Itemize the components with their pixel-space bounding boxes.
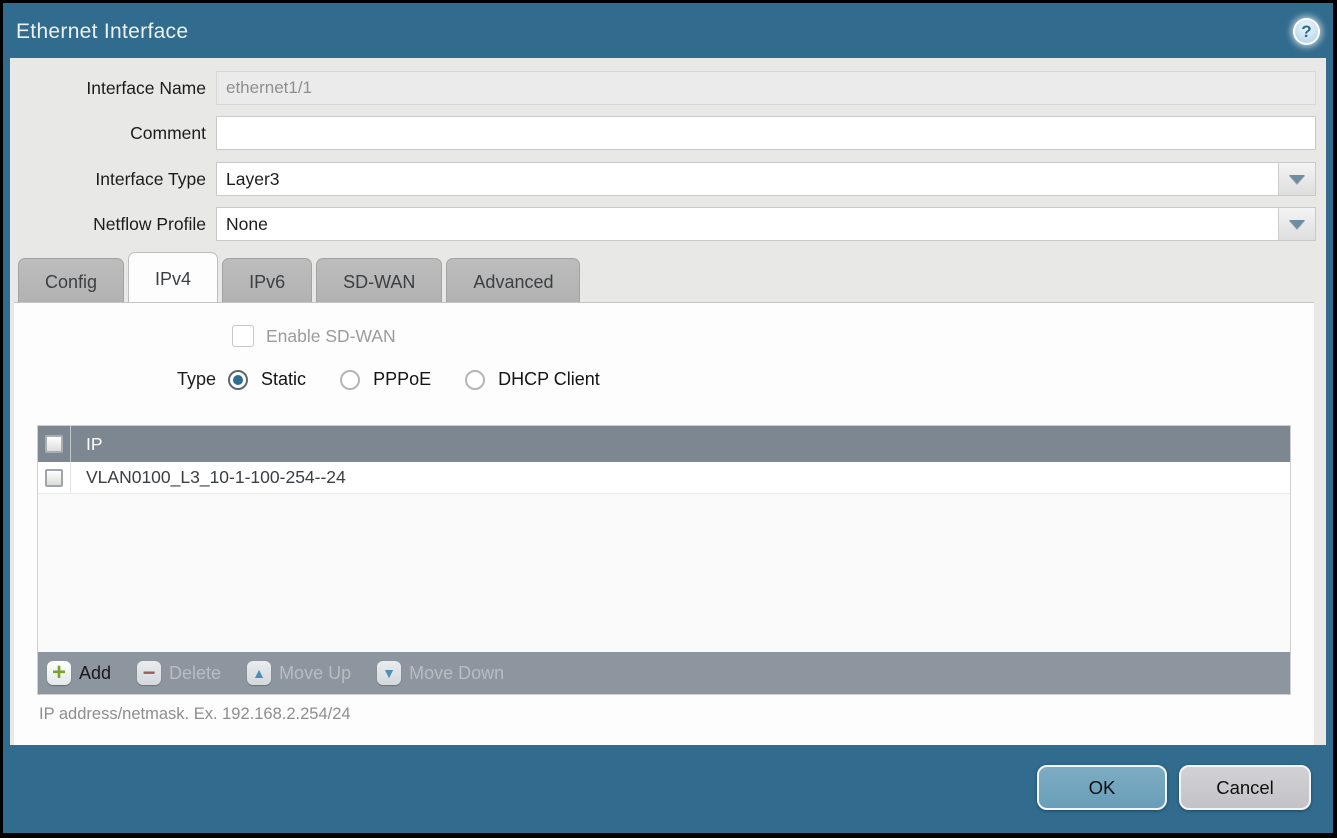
enable-sdwan-label: Enable SD-WAN: [266, 326, 396, 347]
interface-type-row: Interface Type Layer3: [10, 162, 1316, 196]
radio-dhcp-client-label: DHCP Client: [498, 369, 600, 390]
type-label: Type: [177, 369, 216, 390]
enable-sdwan-row: Enable SD-WAN: [232, 325, 396, 347]
radio-dhcp-client[interactable]: DHCP Client: [465, 369, 600, 390]
enable-sdwan-checkbox[interactable]: [232, 325, 254, 347]
chevron-down-icon: [1289, 220, 1305, 229]
add-button-label: Add: [79, 663, 111, 684]
netflow-profile-value: None: [226, 208, 1275, 240]
add-icon: +: [47, 661, 71, 685]
ip-table: IP VLAN0100_L3_10-1-100-254--24 + Add −: [37, 425, 1291, 695]
interface-name-input: [216, 71, 1316, 105]
radio-static-control[interactable]: [228, 370, 248, 390]
radio-static-label: Static: [261, 369, 306, 390]
row-checkbox[interactable]: [45, 469, 63, 487]
dialog-title: Ethernet Interface: [16, 20, 188, 44]
delete-button-label: Delete: [169, 663, 221, 684]
tab-sd-wan[interactable]: SD-WAN: [316, 258, 442, 302]
select-all-checkbox[interactable]: [45, 435, 63, 453]
help-icon[interactable]: ?: [1293, 18, 1320, 45]
radio-pppoe[interactable]: PPPoE: [340, 369, 431, 390]
radio-pppoe-control[interactable]: [340, 370, 360, 390]
delete-button[interactable]: − Delete: [137, 661, 221, 685]
radio-dhcp-client-control[interactable]: [465, 370, 485, 390]
delete-icon: −: [137, 661, 161, 685]
tab-bar: Config IPv4 IPv6 SD-WAN Advanced: [18, 252, 1326, 302]
table-row[interactable]: VLAN0100_L3_10-1-100-254--24: [38, 462, 1290, 494]
comment-row: Comment: [10, 116, 1316, 150]
table-toolbar: + Add − Delete ▲ Move Up ▼ Move Down: [38, 652, 1290, 694]
ok-button[interactable]: OK: [1037, 765, 1167, 810]
move-down-button-label: Move Down: [409, 663, 504, 684]
tab-ipv4[interactable]: IPv4: [128, 252, 218, 302]
move-up-button-label: Move Up: [279, 663, 351, 684]
netflow-profile-row: Netflow Profile None: [10, 207, 1316, 241]
netflow-profile-label: Netflow Profile: [10, 207, 206, 241]
netflow-profile-dropdown-button[interactable]: [1278, 208, 1315, 240]
tab-config[interactable]: Config: [18, 258, 124, 302]
interface-type-value: Layer3: [226, 163, 1275, 195]
chevron-down-icon: [1289, 175, 1305, 184]
interface-type-dropdown[interactable]: Layer3: [216, 162, 1316, 196]
radio-pppoe-label: PPPoE: [373, 369, 431, 390]
interface-name-label: Interface Name: [10, 71, 206, 105]
move-up-button[interactable]: ▲ Move Up: [247, 661, 351, 685]
ip-column-header: IP: [71, 434, 103, 455]
dialog-body: Interface Name Comment Interface Type La…: [10, 58, 1326, 745]
ip-format-hint: IP address/netmask. Ex. 192.168.2.254/24: [39, 705, 351, 724]
ethernet-interface-dialog: Ethernet Interface ? Interface Name Comm…: [3, 3, 1333, 833]
add-button[interactable]: + Add: [47, 661, 111, 685]
dialog-footer: OK Cancel: [3, 745, 1333, 833]
address-type-radio-group: Type Static PPPoE DHCP Client: [177, 369, 634, 390]
cancel-button[interactable]: Cancel: [1179, 765, 1311, 810]
ip-table-header: IP: [38, 426, 1290, 462]
comment-input[interactable]: [216, 116, 1316, 150]
table-empty-area: [38, 494, 1290, 652]
tab-ipv6[interactable]: IPv6: [222, 258, 312, 302]
ipv4-tab-panel: Enable SD-WAN Type Static PPPoE DHCP Cli…: [14, 302, 1314, 745]
move-down-icon: ▼: [377, 661, 401, 685]
move-up-icon: ▲: [247, 661, 271, 685]
interface-name-row: Interface Name: [10, 71, 1316, 105]
interface-type-dropdown-button[interactable]: [1278, 163, 1315, 195]
tab-advanced[interactable]: Advanced: [446, 258, 580, 302]
radio-static[interactable]: Static: [228, 369, 306, 390]
ip-entry-value: VLAN0100_L3_10-1-100-254--24: [71, 467, 346, 488]
interface-type-label: Interface Type: [10, 162, 206, 196]
dialog-titlebar: Ethernet Interface ?: [3, 3, 1333, 58]
move-down-button[interactable]: ▼ Move Down: [377, 661, 504, 685]
netflow-profile-dropdown[interactable]: None: [216, 207, 1316, 241]
comment-label: Comment: [10, 116, 206, 150]
